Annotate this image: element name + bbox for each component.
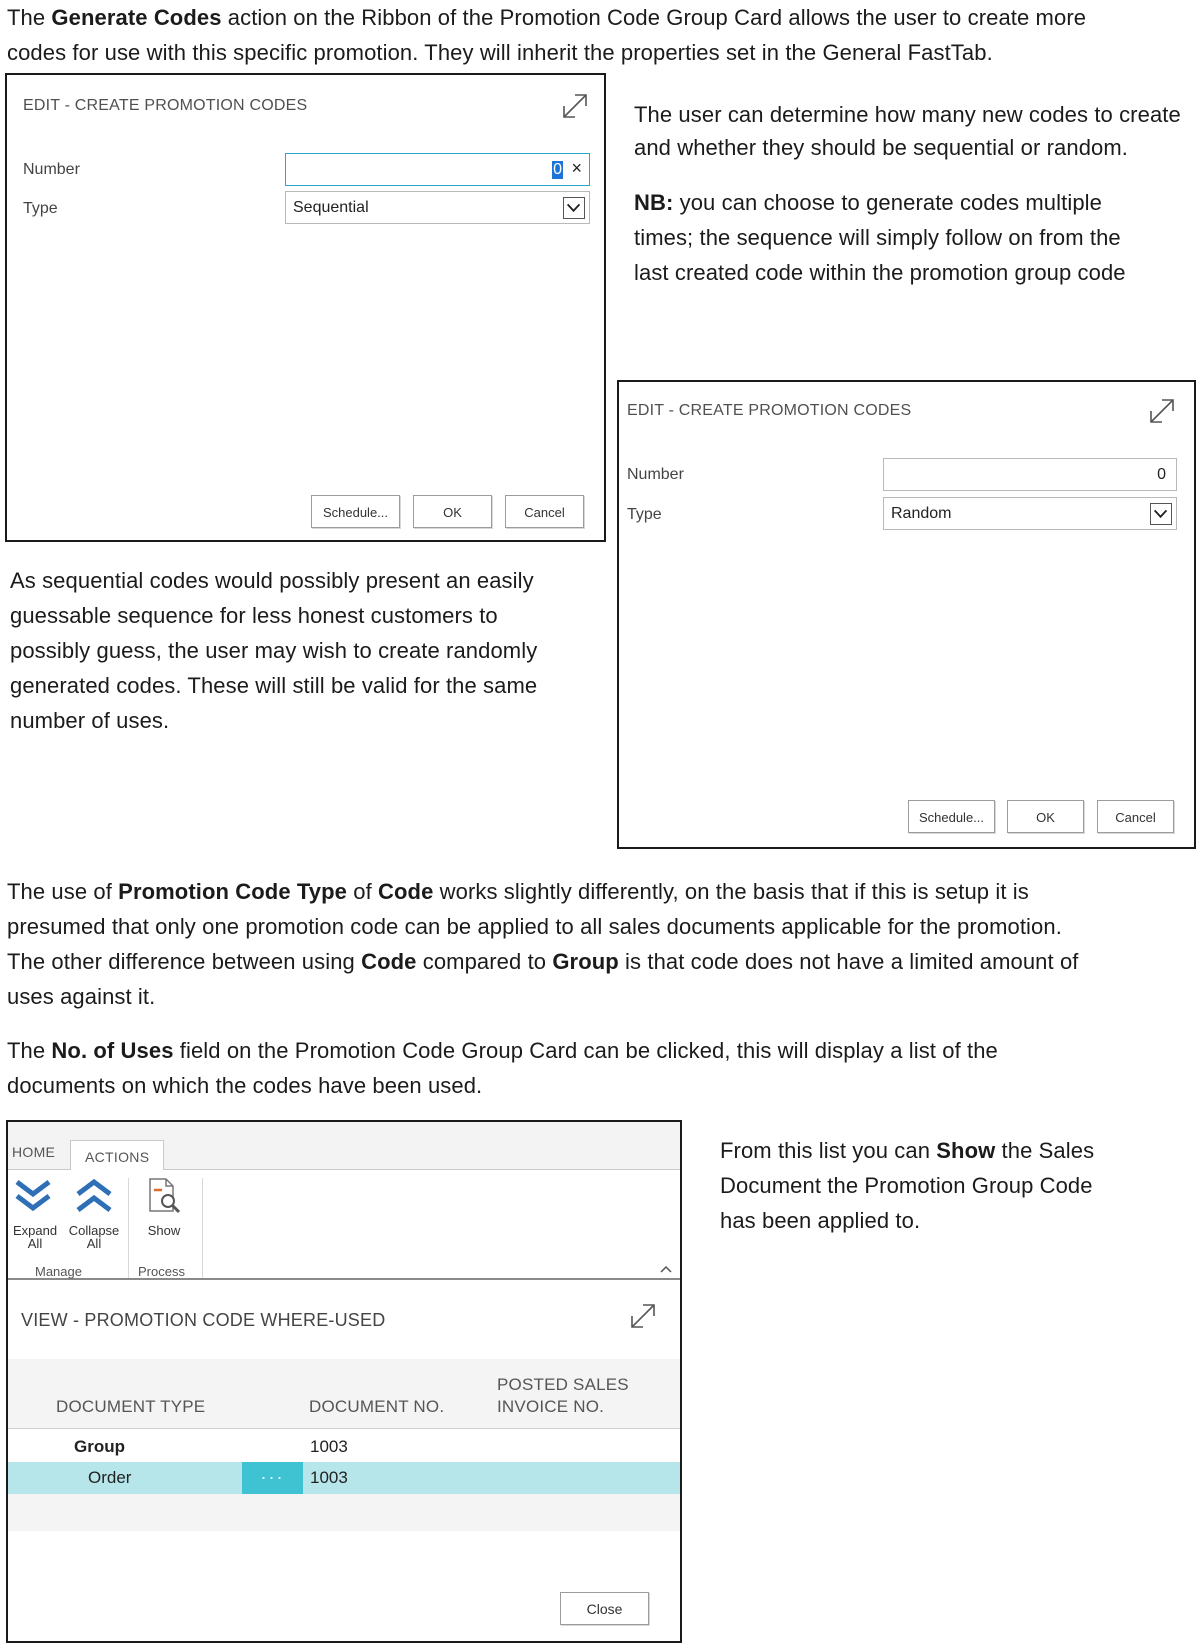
- number-label: Number: [23, 161, 80, 178]
- expand-all-button[interactable]: Expand All: [8, 1176, 62, 1251]
- row-actions-icon[interactable]: ···: [242, 1462, 303, 1494]
- collapse-all-icon: [76, 1178, 112, 1212]
- show-button[interactable]: Show: [134, 1176, 194, 1251]
- group-label-process: Process: [138, 1264, 185, 1279]
- ok-button[interactable]: OK: [1007, 800, 1084, 833]
- side-line-1: The user can determine how many new code…: [634, 102, 1181, 127]
- table-row[interactable]: Group 1003: [8, 1431, 680, 1463]
- tab-home[interactable]: HOME: [12, 1144, 55, 1160]
- document-type-cell: Order: [88, 1468, 132, 1487]
- tab-actions[interactable]: ACTIONS: [70, 1140, 165, 1171]
- uses-line-1: The No. of Uses field on the Promotion C…: [7, 1038, 998, 1063]
- close-button[interactable]: Close: [560, 1592, 649, 1625]
- group-label-manage: Manage: [35, 1264, 82, 1279]
- random-paragraph: As sequential codes would possibly prese…: [10, 563, 600, 738]
- chevron-down-icon[interactable]: [1150, 503, 1172, 525]
- window-title: VIEW - PROMOTION CODE WHERE-USED: [21, 1310, 386, 1330]
- column-header-posted-sales-invoice-no[interactable]: POSTED SALES INVOICE NO.: [497, 1374, 629, 1418]
- code-line-2: presumed that only one promotion code ca…: [7, 914, 1062, 939]
- document-type-cell: Group: [74, 1437, 125, 1456]
- ribbon-tab-bar: HOME ACTIONS: [8, 1122, 680, 1171]
- random-line-5: number of uses.: [10, 708, 170, 733]
- create-codes-dialog-sequential: EDIT - CREATE PROMOTION CODES Number 0 ×…: [5, 73, 606, 542]
- schedule-button[interactable]: Schedule...: [311, 495, 400, 528]
- expand-all-icon: [15, 1180, 51, 1212]
- nb-line-1: NB: you can choose to generate codes mul…: [634, 190, 1102, 215]
- show-label: Show: [147, 1223, 181, 1238]
- collapse-all-button[interactable]: Collapse All: [64, 1176, 124, 1251]
- intro-paragraph: The Generate Codes action on the Ribbon …: [7, 0, 1197, 70]
- number-input[interactable]: 0 ×: [285, 153, 590, 186]
- nb-paragraph: NB: you can choose to generate codes mul…: [634, 185, 1194, 290]
- expand-all-label: Expand All: [12, 1223, 58, 1251]
- code-line-3: The other difference between using Code …: [7, 949, 1079, 974]
- type-select[interactable]: Random: [883, 497, 1177, 530]
- no-of-uses-paragraph: The No. of Uses field on the Promotion C…: [7, 1033, 1197, 1103]
- expand-icon[interactable]: [560, 91, 590, 121]
- promotion-code-where-used-window: HOME ACTIONS Expand All Collapse All Sho…: [6, 1120, 682, 1643]
- number-label: Number: [627, 466, 684, 483]
- table-row-selected[interactable]: Order ··· 1003: [8, 1462, 680, 1494]
- type-select[interactable]: Sequential: [285, 191, 590, 224]
- show-paragraph: From this list you can Show the Sales Do…: [720, 1133, 1190, 1238]
- show-line-1: From this list you can Show the Sales: [720, 1138, 1095, 1163]
- code-type-paragraph: The use of Promotion Code Type of Code w…: [7, 874, 1197, 1014]
- nb-line-2: times; the sequence will simply follow o…: [634, 225, 1121, 250]
- cancel-button[interactable]: Cancel: [1097, 800, 1174, 833]
- intro-line-1: The Generate Codes action on the Ribbon …: [7, 5, 1087, 30]
- column-header-document-no[interactable]: DOCUMENT NO.: [309, 1396, 444, 1418]
- clear-icon[interactable]: ×: [571, 158, 582, 179]
- ok-button[interactable]: OK: [413, 495, 492, 528]
- number-value: 0: [552, 161, 563, 179]
- collapse-all-label: Collapse All: [68, 1223, 120, 1251]
- dialog-title: EDIT - CREATE PROMOTION CODES: [23, 97, 308, 114]
- number-input[interactable]: 0: [883, 458, 1177, 491]
- expand-icon[interactable]: [1147, 396, 1177, 426]
- side-paragraph: The user can determine how many new code…: [634, 98, 1194, 164]
- collapse-ribbon-icon[interactable]: [659, 1264, 673, 1274]
- chevron-down-icon[interactable]: [563, 197, 585, 219]
- random-line-1: As sequential codes would possibly prese…: [10, 568, 534, 593]
- show-line-2: Document the Promotion Group Code: [720, 1173, 1093, 1198]
- nb-line-3: last created code within the promotion g…: [634, 260, 1126, 285]
- cancel-button[interactable]: Cancel: [505, 495, 584, 528]
- code-line-1: The use of Promotion Code Type of Code w…: [7, 879, 1029, 904]
- code-line-4: uses against it.: [7, 984, 156, 1009]
- ribbon-separator: [128, 1178, 129, 1278]
- type-label: Type: [627, 506, 662, 523]
- type-value: Sequential: [293, 199, 369, 216]
- type-value: Random: [891, 505, 952, 522]
- dialog-title: EDIT - CREATE PROMOTION CODES: [627, 402, 912, 419]
- intro-line-2: codes for use with this specific promoti…: [7, 40, 993, 65]
- ribbon-separator: [202, 1178, 203, 1278]
- ribbon: Expand All Collapse All Show Manage Proc…: [8, 1170, 680, 1280]
- random-line-3: possibly guess, the user may wish to cre…: [10, 638, 538, 663]
- show-document-icon: [149, 1178, 181, 1214]
- number-value: 0: [1157, 466, 1166, 483]
- column-header-document-type[interactable]: DOCUMENT TYPE: [56, 1396, 205, 1418]
- schedule-button[interactable]: Schedule...: [908, 800, 995, 833]
- expand-icon[interactable]: [628, 1301, 658, 1331]
- document-no-cell: 1003: [310, 1468, 348, 1487]
- empty-row: [8, 1494, 680, 1531]
- show-line-3: has been applied to.: [720, 1208, 921, 1233]
- create-codes-dialog-random: EDIT - CREATE PROMOTION CODES Number 0 T…: [617, 380, 1196, 849]
- side-line-2: and whether they should be sequential or…: [634, 135, 1129, 160]
- random-line-4: generated codes. These will still be val…: [10, 673, 538, 698]
- random-line-2: guessable sequence for less honest custo…: [10, 603, 498, 628]
- type-label: Type: [23, 200, 58, 217]
- document-no-cell: 1003: [310, 1437, 348, 1456]
- grid-header: DOCUMENT TYPE DOCUMENT NO. POSTED SALES …: [8, 1359, 680, 1429]
- uses-line-2: documents on which the codes have been u…: [7, 1073, 483, 1098]
